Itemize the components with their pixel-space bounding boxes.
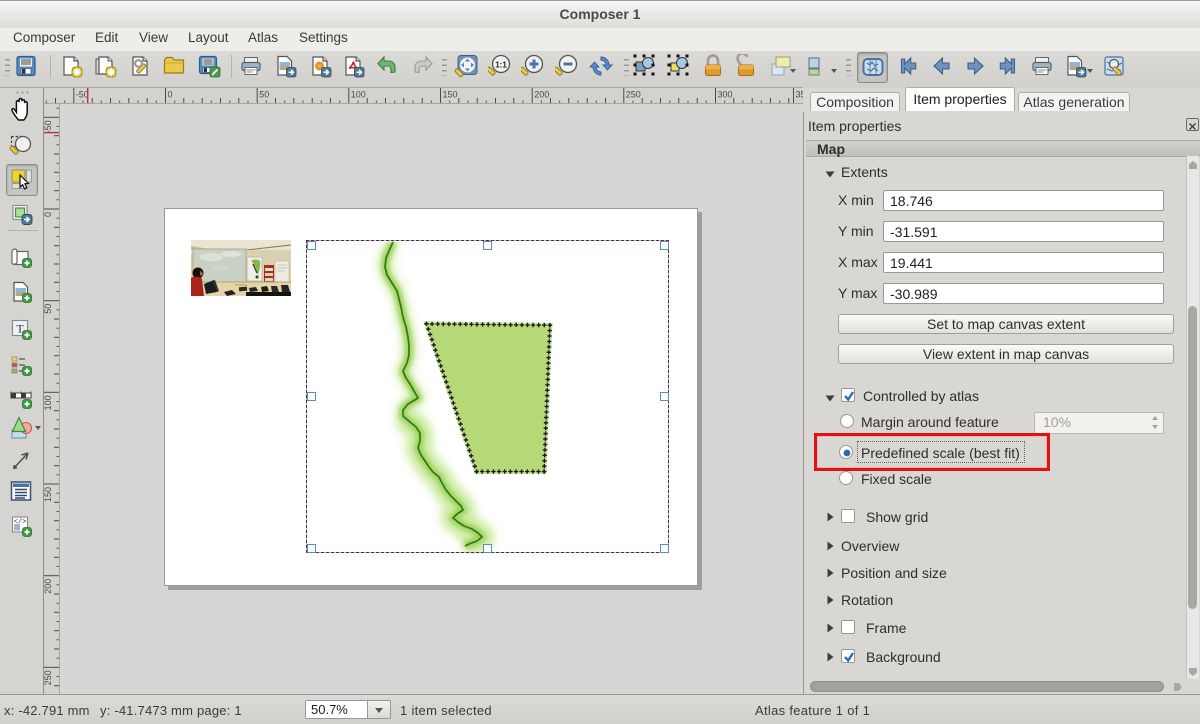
svg-text:250: 250 [44, 670, 53, 685]
svg-text:200: 200 [534, 90, 549, 100]
svg-text:250: 250 [626, 90, 641, 100]
svg-text:300: 300 [718, 90, 733, 100]
svg-text:100: 100 [351, 90, 366, 100]
svg-text:</>: </> [14, 519, 27, 527]
svg-text:-50: -50 [76, 90, 89, 100]
svg-text:350: 350 [796, 90, 804, 100]
svg-text:-50: -50 [44, 120, 53, 133]
svg-text:50: 50 [259, 90, 269, 100]
svg-text:0: 0 [168, 90, 173, 100]
svg-text:150: 150 [44, 487, 53, 502]
svg-text:150: 150 [443, 90, 458, 100]
svg-text:1:1: 1:1 [495, 61, 507, 70]
svg-text:200: 200 [44, 579, 53, 594]
svg-text:100: 100 [44, 395, 53, 410]
svg-text:50: 50 [44, 304, 53, 314]
svg-text:0: 0 [44, 212, 53, 217]
